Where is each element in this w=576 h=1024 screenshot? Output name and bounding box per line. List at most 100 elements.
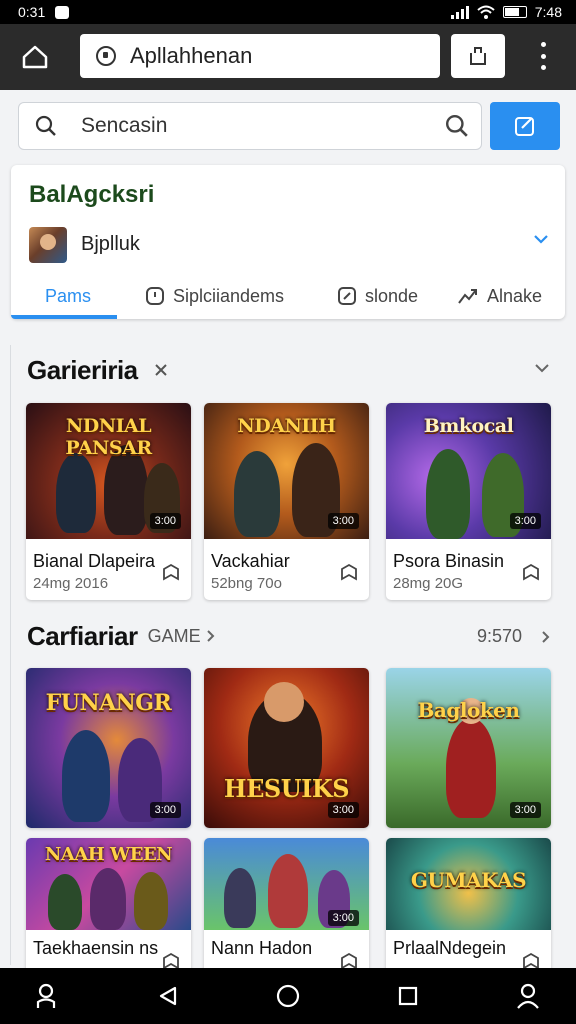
edit-button[interactable] (490, 102, 560, 150)
game-art-title: NAAH WEEN (44, 844, 173, 865)
info-icon (146, 287, 164, 305)
game-thumbnail: HESUIKS 3:00 (204, 668, 369, 828)
profile-icon (517, 983, 539, 1009)
overflow-menu-button[interactable] (536, 42, 550, 70)
game-card[interactable]: 3:00 Nann Hadon (204, 838, 369, 978)
edit-icon (515, 117, 534, 136)
account-card: BalAgcksri Bjplluk Pams Siplciiandems sl… (11, 165, 565, 319)
nav-recents-button[interactable] (394, 982, 422, 1010)
game-art-title: Bagloken (417, 698, 520, 722)
chevron-right-icon[interactable] (540, 630, 550, 644)
account-name: Bjplluk (81, 233, 140, 255)
duration-badge: 3:00 (327, 802, 359, 818)
section-header: Garieriria (27, 352, 168, 388)
duration-badge: 3:00 (149, 513, 181, 529)
avatar[interactable] (29, 227, 67, 263)
search-submit-icon[interactable] (445, 114, 469, 138)
status-right-time: 7:48 (534, 4, 562, 20)
assistant-icon (36, 983, 56, 1008)
nav-back-button[interactable] (154, 982, 182, 1010)
bookmark-icon[interactable] (161, 563, 181, 583)
tab-slonde[interactable]: slonde (337, 273, 418, 319)
chevron-right-icon[interactable] (205, 629, 215, 643)
game-card[interactable]: FUNANGR 3:00 (26, 668, 191, 828)
game-card[interactable]: Bmkocal 3:00 Psora Binasin 28mg 20G (386, 403, 551, 600)
game-title: Bianal Dlapeira (33, 551, 156, 571)
game-title: Nann Hadon (211, 938, 313, 958)
nav-assistant-button[interactable] (32, 982, 60, 1010)
game-thumbnail: FUNANGR 3:00 (26, 668, 191, 828)
account-tabs: Pams Siplciiandems slonde Alnake (11, 273, 565, 319)
tab-label: slonde (365, 285, 419, 306)
section-controls: 9:570 (477, 626, 550, 647)
nav-home-button[interactable] (274, 982, 302, 1010)
game-thumbnail: 3:00 (204, 838, 369, 930)
duration-badge: 3:00 (149, 802, 181, 818)
search-icon (35, 115, 56, 136)
game-thumbnail: NAAH WEEN (26, 838, 191, 930)
recents-icon (398, 986, 418, 1006)
section-header: Carfiariar GAME (27, 618, 215, 654)
site-info-icon[interactable] (96, 46, 116, 66)
game-art-title: Bmkocal (423, 415, 514, 437)
game-thumbnail: NDNIAL PANSAR 3:00 (26, 403, 191, 539)
section-title: Garieriria (27, 354, 138, 385)
status-time: 0:31 (18, 4, 46, 20)
nav-profile-button[interactable] (514, 982, 542, 1010)
game-art-title: NDNIAL PANSAR (65, 415, 152, 459)
close-icon[interactable] (154, 363, 168, 377)
tabs-button[interactable] (451, 34, 505, 78)
game-card[interactable]: NAAH WEEN Taekhaensin ns (26, 838, 191, 978)
edit-square-icon (338, 287, 356, 305)
chevron-down-icon[interactable] (534, 362, 550, 374)
url-text: Apllahhenan (130, 43, 253, 68)
browser-toolbar: Apllahhenan (0, 24, 576, 90)
battery-icon (502, 6, 527, 18)
game-card[interactable]: Bagloken 3:00 (386, 668, 551, 828)
game-thumbnail: GUMAKAS (386, 838, 551, 930)
game-thumbnail: NDANIIH 3:00 (204, 403, 369, 539)
tab-alnake[interactable]: Alnake (457, 273, 542, 319)
share-icon (470, 47, 486, 65)
game-art-title: GUMAKAS (410, 868, 527, 892)
address-bar[interactable]: Apllahhenan (80, 34, 440, 78)
bookmark-icon[interactable] (339, 563, 359, 583)
tab-pams[interactable]: Pams (45, 273, 91, 319)
notification-icon (55, 5, 70, 19)
home-circle-icon (276, 984, 300, 1008)
divider (10, 345, 11, 965)
tab-label: Pams (45, 285, 92, 306)
system-nav-bar (0, 968, 576, 1024)
game-title: Taekhaensin ns (33, 938, 159, 958)
game-art-title: FUNANGR (45, 690, 172, 716)
account-title: BalAgcksri (29, 181, 155, 208)
search-placeholder: Sencasin (81, 114, 168, 137)
game-thumbnail: Bmkocal 3:00 (386, 403, 551, 539)
wifi-icon (477, 5, 495, 19)
section-count: 9:570 (476, 626, 522, 646)
game-card[interactable]: NDANIIH 3:00 Vackahiar 52bng 70o (204, 403, 369, 600)
active-tab-indicator (11, 315, 117, 319)
game-card[interactable]: GUMAKAS PrlaalNdegein (386, 838, 551, 978)
duration-badge: 3:00 (509, 802, 541, 818)
duration-badge: 3:00 (327, 513, 359, 529)
search-input[interactable]: Sencasin (18, 102, 482, 150)
back-icon (159, 986, 177, 1006)
trend-icon (458, 289, 477, 304)
game-art-title: HESUIKS (223, 774, 350, 803)
game-art-title: NDANIIH (237, 415, 336, 437)
game-meta: 52bng 70o (211, 575, 282, 592)
game-meta: 28mg 20G (393, 575, 464, 592)
game-card[interactable]: HESUIKS 3:00 (204, 668, 369, 828)
section-controls (534, 362, 550, 374)
game-meta: 24mg 2016 (33, 575, 109, 592)
chevron-down-icon[interactable] (533, 233, 549, 245)
tab-siplciiandems[interactable]: Siplciiandems (145, 273, 284, 319)
tab-label: Alnake (487, 285, 543, 306)
game-title: Vackahiar (211, 551, 290, 571)
bookmark-icon[interactable] (521, 563, 541, 583)
game-card[interactable]: NDNIAL PANSAR 3:00 Bianal Dlapeira 24mg … (26, 403, 191, 600)
duration-badge: 3:00 (509, 513, 541, 529)
cell-signal-icon (450, 5, 469, 19)
home-button[interactable] (18, 42, 52, 72)
